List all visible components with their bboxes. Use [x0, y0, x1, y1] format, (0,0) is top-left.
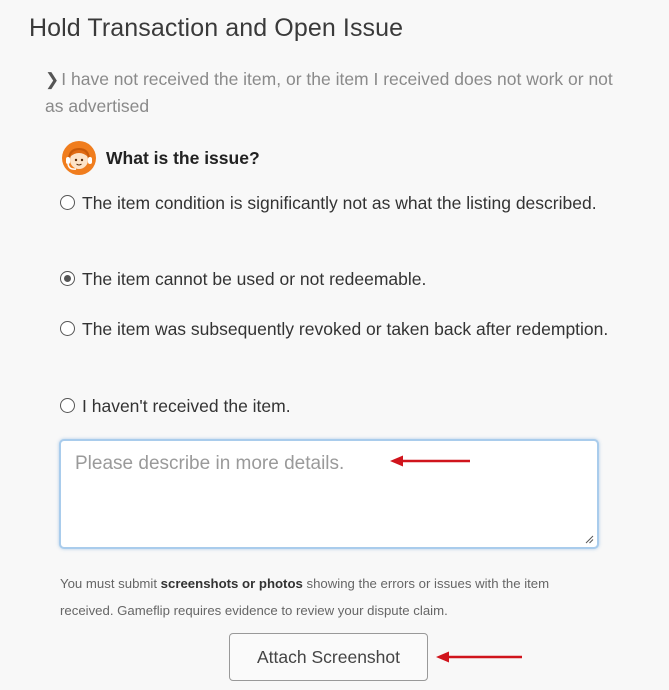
option-label: The item cannot be used or not redeemabl… [82, 269, 427, 289]
details-textarea[interactable] [61, 441, 597, 547]
page-title: Hold Transaction and Open Issue [29, 14, 404, 42]
radio-button[interactable] [60, 321, 75, 336]
annotation-arrow-icon [436, 651, 522, 663]
breadcrumb-label: I have not received the item, or the ite… [45, 69, 613, 116]
option-label: The item was subsequently revoked or tak… [82, 319, 609, 339]
notice-text-before: You must submit [60, 576, 161, 591]
question-label: What is the issue? [106, 147, 260, 168]
option-label: The item condition is significantly not … [82, 193, 597, 213]
option-revoked-after-redemption[interactable]: The item was subsequently revoked or tak… [60, 316, 620, 342]
option-cannot-be-used[interactable]: The item cannot be used or not redeemabl… [60, 266, 620, 292]
support-agent-icon [62, 141, 96, 175]
option-not-received[interactable]: I haven't received the item. [60, 393, 620, 419]
resize-grip-icon[interactable] [585, 535, 594, 544]
radio-button[interactable] [60, 398, 75, 413]
radio-button[interactable] [60, 195, 75, 210]
radio-button-selected[interactable] [60, 271, 75, 286]
annotation-arrow-icon [390, 455, 470, 467]
issue-category-breadcrumb[interactable]: ❯ I have not received the item, or the it… [45, 66, 625, 120]
notice-emphasis: screenshots or photos [160, 576, 303, 591]
chevron-right-icon: ❯ [45, 70, 60, 89]
details-field-container [59, 439, 599, 549]
option-significantly-not-as-described[interactable]: The item condition is significantly not … [60, 190, 620, 216]
option-label: I haven't received the item. [82, 396, 291, 416]
attach-screenshot-button[interactable]: Attach Screenshot [229, 633, 428, 681]
evidence-notice: You must submit screenshots or photos sh… [60, 570, 600, 624]
issue-question: What is the issue? [60, 140, 260, 176]
